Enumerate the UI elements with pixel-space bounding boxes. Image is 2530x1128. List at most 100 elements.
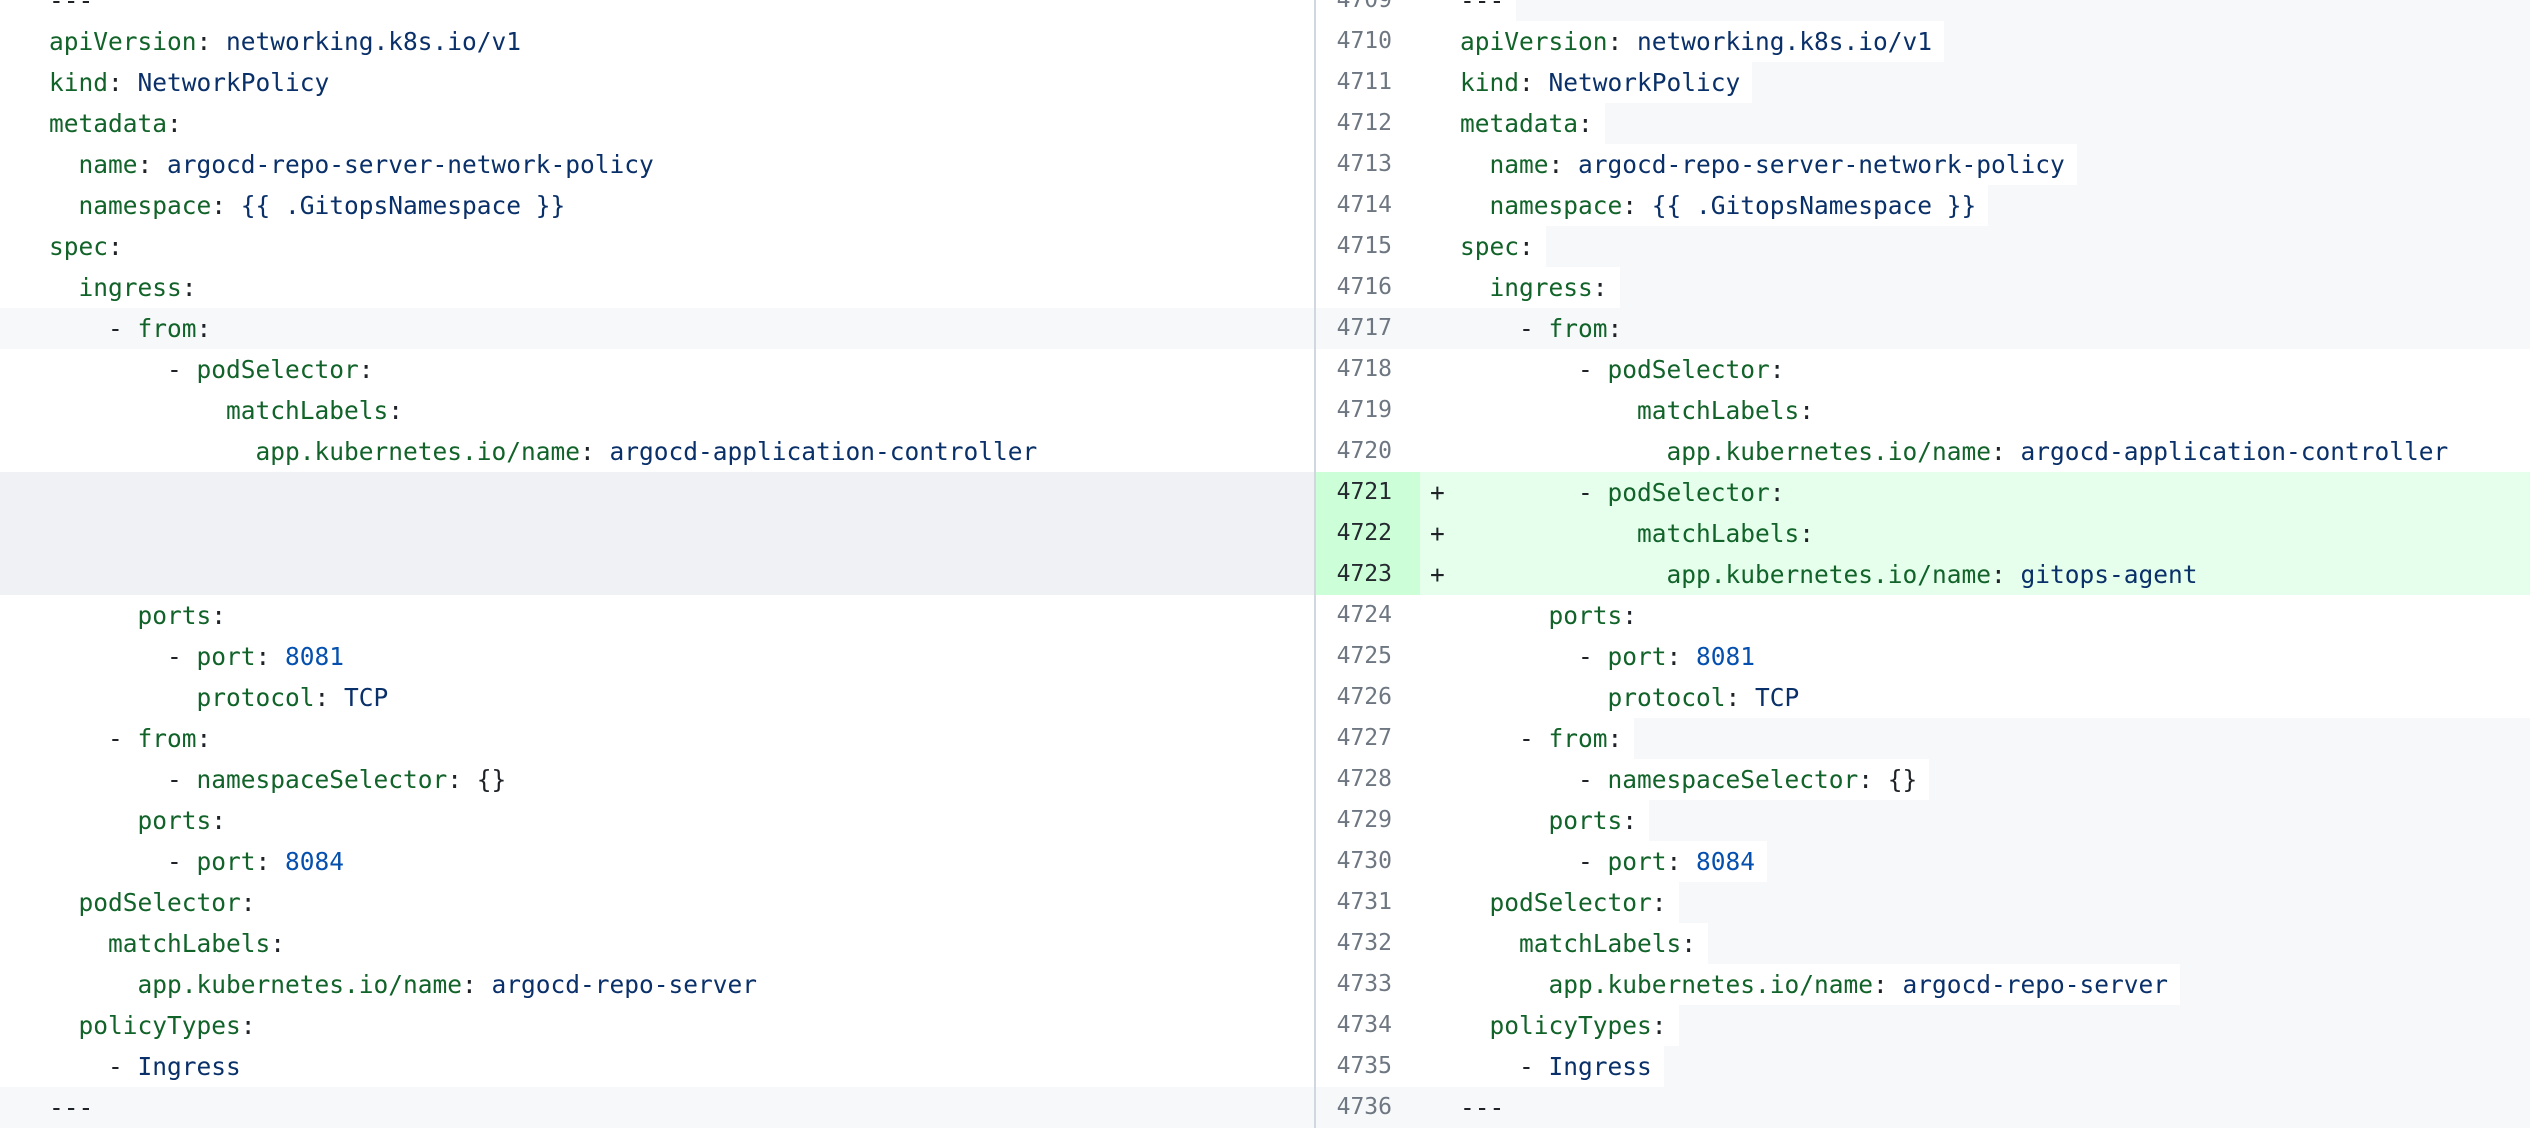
- line-number[interactable]: 4725: [1316, 636, 1420, 677]
- line-number[interactable]: 4730: [1316, 841, 1420, 882]
- diff-marker: [1420, 636, 1460, 677]
- new-code-cell: - namespaceSelector: {}: [1460, 759, 2530, 800]
- code-token: app.kubernetes.io/name: [1667, 437, 1992, 466]
- line-number[interactable]: 4717: [1316, 308, 1420, 349]
- diff-row: kind: NetworkPolicy 4711 kind: NetworkPo…: [0, 62, 2530, 103]
- diff-marker: [1420, 308, 1460, 349]
- split-diff-view: --- 4709 --- apiVersion: networking.k8s.…: [0, 0, 2530, 1128]
- code-token: :: [1593, 273, 1608, 302]
- line-number[interactable]: 4715: [1316, 226, 1420, 267]
- new-code-cell: - podSelector:: [1460, 472, 2530, 513]
- diff-marker: [1420, 267, 1460, 308]
- code-token: :: [211, 191, 241, 220]
- old-code-cell: app.kubernetes.io/name: argocd-applicati…: [0, 431, 1314, 472]
- code-token: [49, 970, 138, 999]
- code-token: protocol: [197, 683, 315, 712]
- code-token: ---: [1460, 0, 1504, 15]
- code-token: name: [79, 150, 138, 179]
- line-number[interactable]: 4709: [1316, 0, 1420, 21]
- old-code-cell: [0, 472, 1314, 513]
- line-number[interactable]: 4722: [1316, 513, 1420, 554]
- old-code-line: apiVersion: networking.k8s.io/v1: [49, 21, 533, 62]
- diff-row: - Ingress 4735 - Ingress: [0, 1046, 2530, 1087]
- code-token: port: [197, 847, 256, 876]
- code-token: ---: [49, 1093, 93, 1122]
- code-token: ---: [49, 0, 93, 15]
- line-number[interactable]: 4736: [1316, 1087, 1420, 1128]
- code-token: podSelector: [1608, 355, 1770, 384]
- old-code-cell: [0, 554, 1314, 595]
- line-number[interactable]: 4727: [1316, 718, 1420, 759]
- line-number[interactable]: 4720: [1316, 431, 1420, 472]
- line-number[interactable]: 4716: [1316, 267, 1420, 308]
- line-number[interactable]: 4732: [1316, 923, 1420, 964]
- code-token: :: [138, 150, 168, 179]
- code-token: argocd-application-controller: [610, 437, 1038, 466]
- code-token: -: [1460, 765, 1608, 794]
- new-code-cell: matchLabels:: [1460, 390, 2530, 431]
- code-token: apiVersion: [1460, 27, 1608, 56]
- line-number[interactable]: 4728: [1316, 759, 1420, 800]
- code-token: app.kubernetes.io/name: [1667, 560, 1992, 589]
- line-number[interactable]: 4724: [1316, 595, 1420, 636]
- line-number[interactable]: 4735: [1316, 1046, 1420, 1087]
- line-number[interactable]: 4731: [1316, 882, 1420, 923]
- diff-marker: [1420, 185, 1460, 226]
- line-number[interactable]: 4723: [1316, 554, 1420, 595]
- diff-marker: [1420, 718, 1460, 759]
- line-number[interactable]: 4729: [1316, 800, 1420, 841]
- diff-row: spec: 4715 spec:: [0, 226, 2530, 267]
- code-token: -: [49, 355, 197, 384]
- code-token: [49, 601, 138, 630]
- code-token: TCP: [344, 683, 388, 712]
- diff-marker: +: [1420, 554, 1460, 595]
- line-number[interactable]: 4721: [1316, 472, 1420, 513]
- code-token: ingress: [79, 273, 182, 302]
- diff-row: app.kubernetes.io/name: argocd-applicati…: [0, 431, 2530, 472]
- line-number[interactable]: 4719: [1316, 390, 1420, 431]
- line-number[interactable]: 4710: [1316, 21, 1420, 62]
- diff-row: ingress: 4716 ingress:: [0, 267, 2530, 308]
- code-token: :: [211, 601, 226, 630]
- line-number[interactable]: 4714: [1316, 185, 1420, 226]
- new-code-cell: namespace: {{ .GitopsNamespace }}: [1460, 185, 2530, 226]
- code-token: {{ .GitopsNamespace }}: [1652, 191, 1977, 220]
- line-number[interactable]: 4734: [1316, 1005, 1420, 1046]
- code-token: :: [1608, 314, 1623, 343]
- diff-marker: [1420, 759, 1460, 800]
- diff-row: metadata: 4712 metadata:: [0, 103, 2530, 144]
- code-token: :: [241, 888, 256, 917]
- code-token: spec: [1460, 232, 1519, 261]
- new-code-cell: ---: [1460, 1087, 2530, 1128]
- new-code-line: matchLabels:: [1460, 390, 1814, 431]
- diff-row: - podSelector: 4718 - podSelector:: [0, 349, 2530, 390]
- new-code-cell: ---: [1460, 0, 2530, 21]
- old-code-cell: ---: [0, 1087, 1314, 1128]
- diff-row: matchLabels: 4732 matchLabels:: [0, 923, 2530, 964]
- diff-marker: [1420, 595, 1460, 636]
- code-token: {}: [477, 765, 507, 794]
- code-token: matchLabels: [226, 396, 388, 425]
- code-token: :: [447, 765, 477, 794]
- code-token: :: [197, 27, 227, 56]
- code-token: [49, 437, 256, 466]
- diff-marker: [1420, 226, 1460, 267]
- code-token: [1460, 273, 1490, 302]
- code-token: policyTypes: [79, 1011, 241, 1040]
- old-code-line: policyTypes:: [49, 1005, 268, 1046]
- diff-table: --- 4709 --- apiVersion: networking.k8s.…: [0, 0, 2530, 1128]
- code-token: matchLabels: [1519, 929, 1681, 958]
- code-token: -: [1460, 478, 1608, 507]
- line-number[interactable]: 4726: [1316, 677, 1420, 718]
- line-number[interactable]: 4713: [1316, 144, 1420, 185]
- code-token: argocd-repo-server: [492, 970, 758, 999]
- diff-marker: [1420, 349, 1460, 390]
- line-number[interactable]: 4733: [1316, 964, 1420, 1005]
- line-number[interactable]: 4711: [1316, 62, 1420, 103]
- line-number[interactable]: 4718: [1316, 349, 1420, 390]
- code-token: from: [1549, 314, 1608, 343]
- code-token: [49, 1011, 79, 1040]
- diff-row: - from: 4727 - from:: [0, 718, 2530, 759]
- line-number[interactable]: 4712: [1316, 103, 1420, 144]
- code-token: ports: [138, 806, 212, 835]
